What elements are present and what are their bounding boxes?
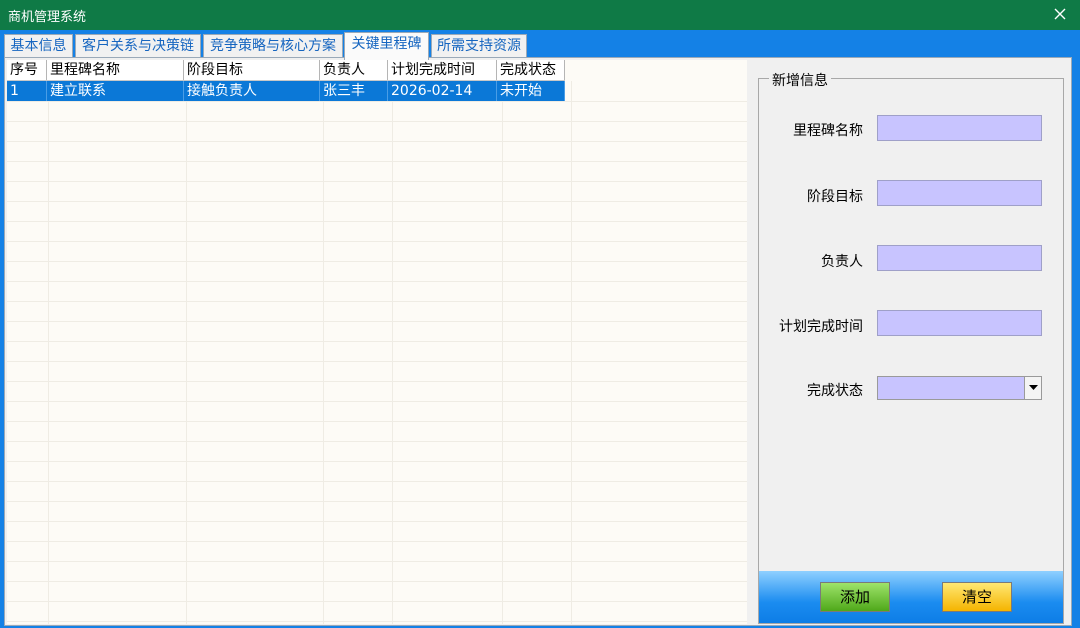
planned-date-input[interactable]: [877, 310, 1042, 336]
milestone-name-input[interactable]: [877, 115, 1042, 141]
button-bar: 添加 清空: [759, 571, 1063, 623]
grid-line: [7, 241, 747, 242]
tab-support-resources[interactable]: 所需支持资源: [431, 34, 527, 59]
column-header[interactable]: 负责人: [320, 60, 388, 80]
table-cell[interactable]: 未开始: [497, 81, 565, 101]
milestone-grid[interactable]: 序号 里程碑名称 阶段目标 负责人 计划完成时间 完成状态 1 建立联系 接触负…: [7, 60, 747, 624]
grid-line: [7, 621, 747, 622]
grid-line: [7, 401, 747, 402]
grid-line: [7, 521, 747, 522]
stage-goal-label: 阶段目标: [807, 189, 863, 205]
chevron-down-icon[interactable]: [1024, 377, 1041, 399]
grid-line: [7, 541, 747, 542]
main-frame: 基本信息 客户关系与决策链 竞争策略与核心方案 关键里程碑 所需支持资源 序号 …: [0, 30, 1080, 628]
grid-line: [7, 361, 747, 362]
status-label: 完成状态: [807, 383, 863, 399]
grid-header: 序号 里程碑名称 阶段目标 负责人 计划完成时间 完成状态: [7, 60, 565, 81]
column-header[interactable]: 完成状态: [497, 60, 565, 80]
grid-line: [7, 181, 747, 182]
table-cell[interactable]: 1: [7, 81, 47, 101]
new-info-group: 新增信息 里程碑名称 阶段目标 负责人 计划完成时间 完成状态 添加 清空: [758, 70, 1064, 624]
table-cell[interactable]: 张三丰: [320, 81, 388, 101]
milestone-name-label: 里程碑名称: [793, 123, 863, 139]
column-header[interactable]: 序号: [7, 60, 47, 80]
grid-line: [7, 141, 747, 142]
table-cell[interactable]: 接触负责人: [184, 81, 320, 101]
clear-button[interactable]: 清空: [942, 582, 1012, 612]
group-legend: 新增信息: [769, 70, 831, 90]
grid-line: [7, 121, 747, 122]
grid-line: [48, 81, 49, 624]
grid-line: [7, 601, 747, 602]
title-bar: 商机管理系统: [0, 0, 1080, 30]
column-header[interactable]: 计划完成时间: [388, 60, 497, 80]
grid-line: [7, 221, 747, 222]
tab-panel: 序号 里程碑名称 阶段目标 负责人 计划完成时间 完成状态 1 建立联系 接触负…: [4, 57, 1072, 626]
grid-line: [7, 301, 747, 302]
column-header[interactable]: 里程碑名称: [47, 60, 184, 80]
grid-line: [502, 81, 503, 624]
grid-line: [7, 461, 747, 462]
grid-line: [7, 481, 747, 482]
table-cell[interactable]: 2026-02-14: [388, 81, 497, 101]
grid-line: [7, 201, 747, 202]
grid-line: [186, 81, 187, 624]
grid-line: [7, 101, 747, 102]
grid-line: [7, 341, 747, 342]
grid-line: [392, 81, 393, 624]
grid-line: [7, 161, 747, 162]
tab-basic-info[interactable]: 基本信息: [4, 34, 73, 59]
grid-line: [7, 581, 747, 582]
grid-line: [7, 441, 747, 442]
table-row[interactable]: 1 建立联系 接触负责人 张三丰 2026-02-14 未开始: [7, 81, 565, 101]
tab-key-milestones[interactable]: 关键里程碑: [344, 32, 429, 60]
status-select[interactable]: [877, 376, 1042, 400]
owner-label: 负责人: [821, 254, 863, 270]
grid-line: [7, 321, 747, 322]
tab-customer-relations[interactable]: 客户关系与决策链: [75, 34, 201, 59]
owner-input[interactable]: [877, 245, 1042, 271]
grid-line: [7, 281, 747, 282]
stage-goal-input[interactable]: [877, 180, 1042, 206]
tab-competitive-strategy[interactable]: 竞争策略与核心方案: [203, 34, 343, 59]
grid-line: [7, 421, 747, 422]
grid-line: [571, 81, 572, 624]
grid-line: [323, 81, 324, 624]
grid-line: [7, 381, 747, 382]
grid-line: [7, 261, 747, 262]
window-title: 商机管理系统: [8, 10, 87, 25]
grid-line: [7, 501, 747, 502]
add-button[interactable]: 添加: [820, 582, 890, 612]
planned-date-label: 计划完成时间: [779, 319, 863, 335]
column-header[interactable]: 阶段目标: [184, 60, 320, 80]
table-cell[interactable]: 建立联系: [47, 81, 184, 101]
grid-line: [7, 561, 747, 562]
close-icon[interactable]: [1050, 3, 1070, 25]
